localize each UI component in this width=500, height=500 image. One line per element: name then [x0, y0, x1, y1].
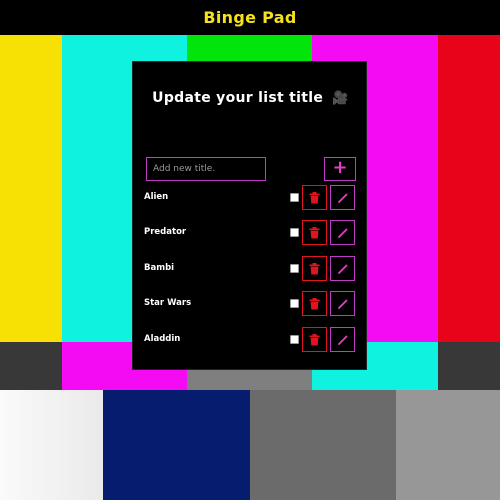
list-item: Aladdin [133, 327, 368, 353]
list-item: Bambi [133, 256, 368, 282]
item-label: Aladdin [144, 334, 181, 344]
trash-icon [309, 226, 320, 238]
strip-dark-right [438, 342, 500, 390]
edit-button[interactable] [330, 185, 355, 210]
trash-icon [309, 297, 320, 309]
block-navy [103, 390, 250, 500]
item-label: Alien [144, 192, 169, 202]
delete-button[interactable] [302, 327, 327, 352]
delete-button[interactable] [302, 291, 327, 316]
trash-icon [309, 191, 320, 203]
pencil-icon [337, 264, 347, 274]
trash-icon [309, 333, 320, 345]
block-white [0, 390, 103, 500]
app-title: Binge Pad [203, 8, 297, 27]
list-item: Star Wars [133, 291, 368, 317]
film-icon: 🎥 [332, 91, 349, 106]
block-light-gray [396, 390, 500, 500]
new-title-input[interactable] [146, 157, 266, 181]
item-label: Predator [144, 227, 187, 237]
delete-button[interactable] [302, 185, 327, 210]
bar-red [438, 35, 500, 342]
pencil-icon [337, 335, 347, 345]
pencil-icon [337, 193, 347, 203]
delete-button[interactable] [302, 256, 327, 281]
item-checkbox[interactable] [290, 335, 299, 344]
edit-button[interactable] [330, 291, 355, 316]
edit-button[interactable] [330, 220, 355, 245]
pencil-icon [337, 228, 347, 238]
pencil-icon [337, 299, 347, 309]
bar-yellow [0, 35, 62, 342]
edit-button[interactable] [330, 327, 355, 352]
list-item: Alien [133, 185, 368, 211]
item-label: Bambi [144, 263, 175, 273]
delete-button[interactable] [302, 220, 327, 245]
item-checkbox[interactable] [290, 264, 299, 273]
item-checkbox[interactable] [290, 228, 299, 237]
item-label: Star Wars [144, 298, 192, 308]
strip-dark-left [0, 342, 62, 390]
item-checkbox[interactable] [290, 193, 299, 202]
trash-icon [309, 262, 320, 274]
edit-button[interactable] [330, 256, 355, 281]
panel-title-text: Update your list title [152, 90, 324, 106]
block-gray [250, 390, 396, 500]
app-header: Binge Pad [0, 0, 500, 35]
add-title-button[interactable]: + [324, 157, 356, 181]
item-checkbox[interactable] [290, 299, 299, 308]
list-item: Predator [133, 220, 368, 246]
panel-title: Update your list title 🎥 [133, 90, 368, 106]
list-panel: Update your list title 🎥 + Alien Predato… [132, 61, 367, 370]
